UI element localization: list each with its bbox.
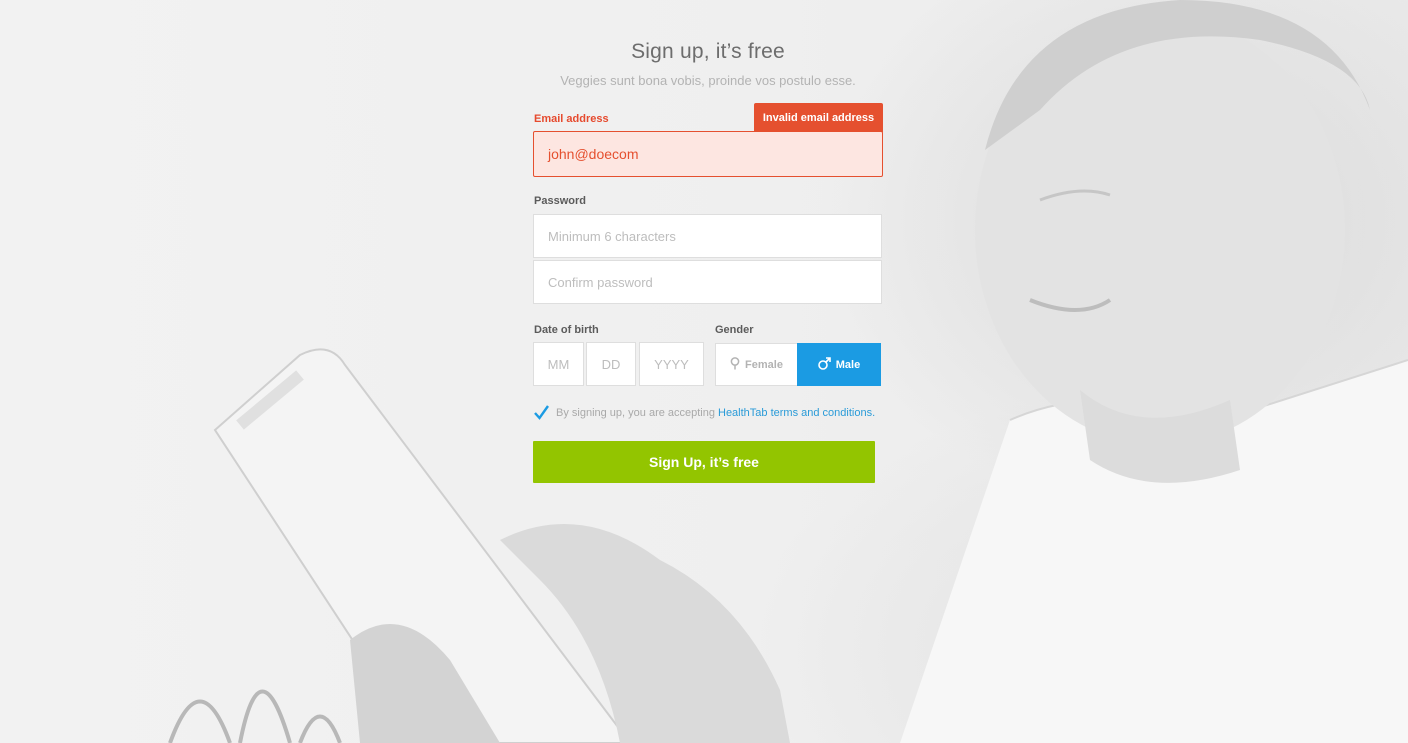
dob-label: Date of birth <box>534 324 599 336</box>
confirm-password-field[interactable]: Confirm password <box>533 260 882 304</box>
checkmark-icon <box>534 405 549 420</box>
dob-year-placeholder: YYYY <box>654 356 689 372</box>
email-field-value: john@doecom <box>548 146 639 162</box>
male-icon <box>817 356 831 373</box>
gender-label: Gender <box>715 324 754 336</box>
terms-text: By signing up, you are accepting <box>556 406 715 419</box>
email-field[interactable]: john@doecom <box>533 131 883 177</box>
dob-day-field[interactable]: DD <box>586 342 636 386</box>
signup-button[interactable]: Sign Up, it’s free <box>533 441 875 483</box>
dob-month-field[interactable]: MM <box>533 342 584 386</box>
password-placeholder: Minimum 6 characters <box>548 228 676 244</box>
dob-year-field[interactable]: YYYY <box>639 342 704 386</box>
password-label: Password <box>534 195 586 207</box>
female-icon <box>730 356 740 373</box>
gender-male-label: Male <box>835 358 861 371</box>
confirm-password-placeholder: Confirm password <box>548 274 653 290</box>
password-field[interactable]: Minimum 6 characters <box>533 214 882 258</box>
page-title: Sign up, it’s free <box>631 40 785 63</box>
email-label: Email address <box>534 113 609 125</box>
gender-female-button[interactable]: Female <box>715 343 798 386</box>
gender-male-button[interactable]: Male <box>797 343 881 386</box>
background-illustration <box>168 0 1408 743</box>
dob-month-placeholder: MM <box>547 356 570 372</box>
dob-day-placeholder: DD <box>601 356 621 372</box>
terms-link[interactable]: HealthTab terms and conditions. <box>718 407 875 419</box>
page-subtitle: Veggies sunt bona vobis, proinde vos pos… <box>560 73 856 88</box>
gender-female-label: Female <box>745 358 783 371</box>
terms-checkbox[interactable] <box>533 404 550 421</box>
terms-row: By signing up, you are accepting HealthT… <box>533 404 875 421</box>
email-error-badge: Invalid email address <box>754 103 883 132</box>
background-photo <box>0 0 1408 743</box>
